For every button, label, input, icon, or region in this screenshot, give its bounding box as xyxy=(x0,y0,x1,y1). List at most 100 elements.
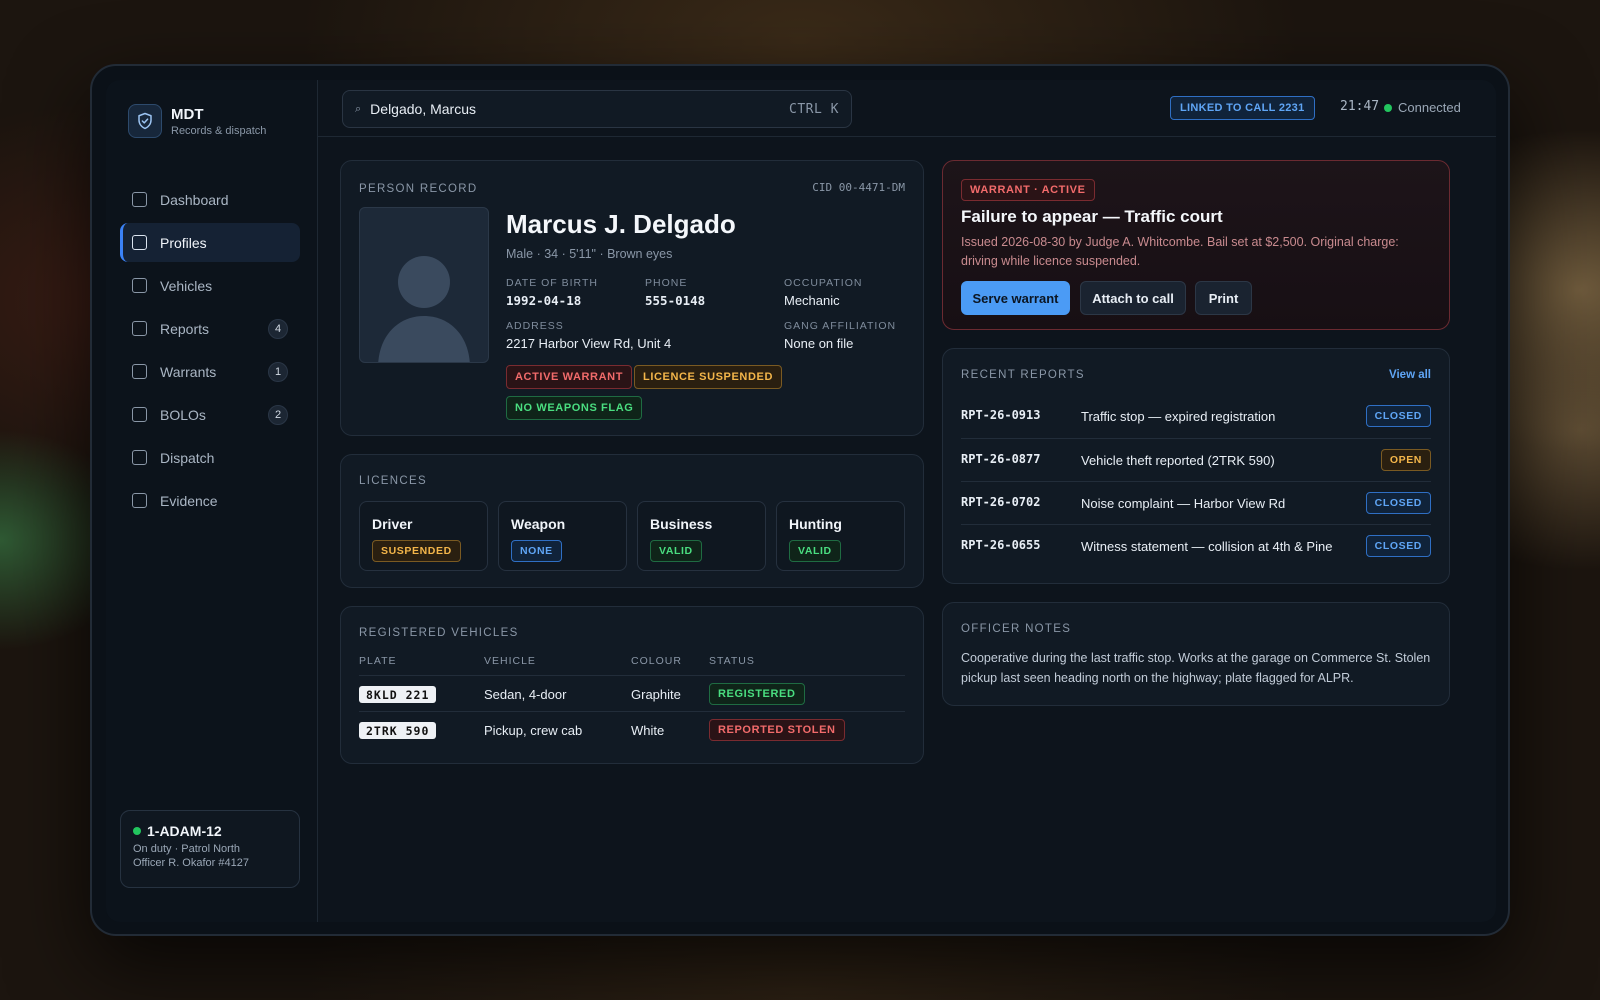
sidebar-item-label: Profiles xyxy=(160,234,207,251)
sidebar-item-label: Vehicles xyxy=(160,277,213,294)
view-all-link[interactable]: View all xyxy=(1389,369,1431,381)
report-id: RPT-26-0877 xyxy=(961,452,1041,466)
sidebar-item-warrants[interactable]: Warrants 1 xyxy=(120,352,300,391)
brand-title: MDT xyxy=(171,105,204,123)
person-summary: Male · 34 · 5'11" · Brown eyes xyxy=(506,247,673,261)
list-item[interactable]: RPT-26-0877 Vehicle theft reported (2TRK … xyxy=(961,438,1431,481)
table-row[interactable]: 8KLD 221 Sedan, 4-door Graphite REGISTER… xyxy=(359,675,905,711)
licence-name: Hunting xyxy=(789,516,842,532)
connection-label: Connected xyxy=(1398,100,1461,115)
licence-weapon[interactable]: Weapon NONE xyxy=(498,501,627,571)
checkbox-icon xyxy=(132,321,147,336)
vehicle-status: REPORTED STOLEN xyxy=(709,719,845,741)
licence-name: Driver xyxy=(372,516,413,532)
sidebar-item-bolos[interactable]: BOLOs 2 xyxy=(120,395,300,434)
field-value: 1992-04-18 xyxy=(506,293,582,308)
flag-licence-suspended[interactable]: LICENCE SUSPENDED xyxy=(634,365,782,389)
attach-to-call-button[interactable]: Attach to call xyxy=(1080,281,1186,315)
count-badge: 2 xyxy=(268,404,288,425)
vehicle-colour: Graphite xyxy=(631,687,681,702)
report-id: RPT-26-0702 xyxy=(961,495,1041,509)
report-status: CLOSED xyxy=(1365,535,1431,557)
status-dot-icon xyxy=(133,827,141,835)
sidebar-item-reports[interactable]: Reports 4 xyxy=(120,309,300,348)
report-status: CLOSED xyxy=(1365,405,1431,427)
report-status: OPEN xyxy=(1380,449,1431,471)
vehicle-type: Pickup, crew cab xyxy=(484,723,583,738)
checkbox-icon xyxy=(132,493,147,508)
list-item[interactable]: RPT-26-0913 Traffic stop — expired regist… xyxy=(961,395,1431,438)
flag-no-weapons[interactable]: NO WEAPONS FLAG xyxy=(506,396,643,420)
person-name: Marcus J. Delgado xyxy=(506,209,736,239)
shield-check-icon xyxy=(128,104,162,138)
report-title: Traffic stop — expired registration xyxy=(1081,409,1276,424)
licence-driver[interactable]: Driver SUSPENDED xyxy=(359,501,488,571)
registered-vehicles-card: REGISTERED VEHICLES PLATE VEHICLE COLOUR… xyxy=(340,606,924,764)
field-value: Mechanic xyxy=(784,293,840,308)
report-title: Witness statement — collision at 4th & P… xyxy=(1081,539,1333,554)
notes-text[interactable]: Cooperative during the last traffic stop… xyxy=(961,649,1431,688)
licence-status: VALID xyxy=(789,540,841,562)
sidebar-item-dispatch[interactable]: Dispatch xyxy=(120,438,300,477)
keyboard-shortcut: CTRL K xyxy=(789,101,839,117)
sidebar-item-profiles[interactable]: Profiles xyxy=(120,223,300,262)
unit-status-card[interactable]: 1-ADAM-12 On duty · Patrol North Officer… xyxy=(120,810,300,888)
person-photo-icon xyxy=(359,207,489,363)
sidebar-item-dashboard[interactable]: Dashboard xyxy=(120,180,300,219)
plate-number: 2TRK 590 xyxy=(359,722,437,739)
cid-number: CID 00-4471-DM xyxy=(812,181,905,194)
warrant-title: Failure to appear — Traffic court xyxy=(961,207,1223,226)
sidebar-item-label: BOLOs xyxy=(160,406,206,423)
device-frame: MDT Records & dispatch Dashboard Profile… xyxy=(90,64,1510,936)
unit-status: On duty · Patrol North xyxy=(133,843,240,855)
warrant-description: Issued 2026-08-30 by Judge A. Whitcombe.… xyxy=(961,235,1399,268)
list-item[interactable]: RPT-26-0702 Noise complaint — Harbor View… xyxy=(961,481,1431,524)
search-value: Delgado, Marcus xyxy=(370,101,476,117)
field-label: GANG AFFILIATION xyxy=(784,320,897,332)
topbar: ⌕ Delgado, Marcus CTRL K LINKED TO CALL … xyxy=(318,80,1496,137)
linked-call-badge[interactable]: LINKED TO CALL 2231 xyxy=(1170,96,1315,120)
licences-card: LICENCES Driver SUSPENDED Weapon NONE Busi… xyxy=(340,454,924,588)
field-label: ADDRESS xyxy=(506,320,564,332)
serve-warrant-button[interactable]: Serve warrant xyxy=(961,281,1070,315)
sidebar-nav: Dashboard Profiles Vehicles Reports 4 War… xyxy=(120,180,300,524)
gang-affiliation-field: GANG AFFILIATION None on file xyxy=(784,320,896,351)
report-status: CLOSED xyxy=(1365,492,1431,514)
checkbox-icon xyxy=(132,407,147,422)
licence-hunting[interactable]: Hunting VALID xyxy=(776,501,905,571)
licence-status: VALID xyxy=(650,540,702,562)
print-button[interactable]: Print xyxy=(1195,281,1252,315)
checkbox-icon xyxy=(132,450,147,465)
sidebar-item-evidence[interactable]: Evidence xyxy=(120,481,300,520)
flag-active-warrant[interactable]: ACTIVE WARRANT xyxy=(506,365,633,389)
column-header-vehicle: VEHICLE xyxy=(484,655,536,667)
search-input[interactable]: ⌕ Delgado, Marcus CTRL K xyxy=(342,90,852,128)
sidebar-item-label: Evidence xyxy=(160,492,218,509)
list-item[interactable]: RPT-26-0655 Witness statement — collision… xyxy=(961,524,1431,567)
vehicle-status: REGISTERED xyxy=(709,683,805,705)
clock: 21:47 xyxy=(1340,99,1380,114)
licence-status: SUSPENDED xyxy=(372,540,461,562)
table-row[interactable]: 2TRK 590 Pickup, crew cab White REPORTED… xyxy=(359,711,905,747)
status-dot-icon xyxy=(1384,103,1392,112)
address-field: ADDRESS 2217 Harbor View Rd, Unit 4 xyxy=(506,320,671,351)
licence-name: Weapon xyxy=(511,516,566,532)
licence-business[interactable]: Business VALID xyxy=(637,501,766,571)
vehicle-colour: White xyxy=(631,723,665,738)
field-label: OCCUPATION xyxy=(784,277,863,289)
field-label: DATE OF BIRTH xyxy=(506,277,598,289)
checkbox-icon xyxy=(132,364,147,379)
dob-field: DATE OF BIRTH 1992-04-18 xyxy=(506,277,598,308)
sidebar-item-label: Dispatch xyxy=(160,449,215,466)
connection-status: Connected xyxy=(1384,100,1461,115)
sidebar-item-vehicles[interactable]: Vehicles xyxy=(120,266,300,305)
report-title: Vehicle theft reported (2TRK 590) xyxy=(1081,453,1275,468)
section-title: RECENT REPORTS xyxy=(961,369,1085,381)
search-icon: ⌕ xyxy=(355,102,362,115)
plate-number: 8KLD 221 xyxy=(359,686,437,703)
app-screen: MDT Records & dispatch Dashboard Profile… xyxy=(106,80,1496,922)
field-label: PHONE xyxy=(645,277,688,289)
recent-reports-card: RECENT REPORTS View all RPT-26-0913 Traff… xyxy=(942,348,1450,584)
checkbox-icon xyxy=(132,192,147,207)
licence-status: NONE xyxy=(511,540,562,562)
